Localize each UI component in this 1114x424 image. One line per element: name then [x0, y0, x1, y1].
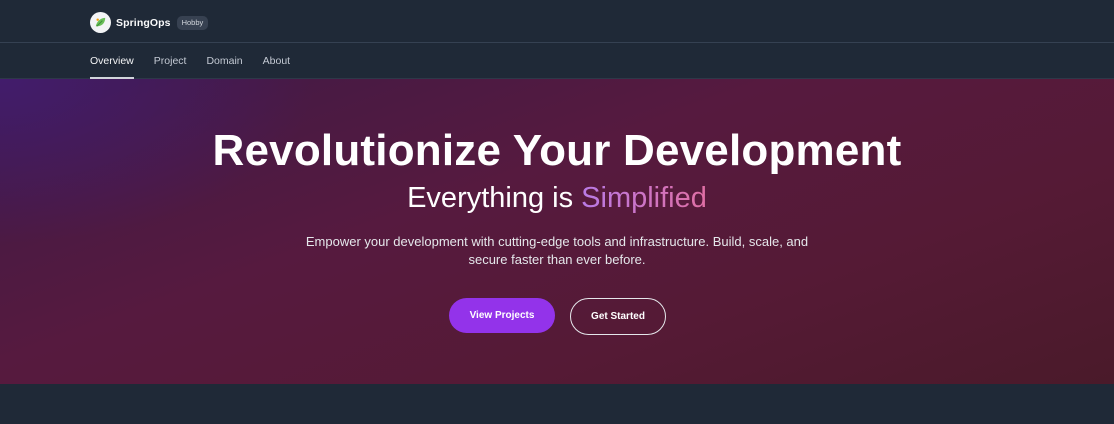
tab-project[interactable]: Project [154, 43, 187, 79]
tab-bar: Overview Project Domain About [0, 43, 1114, 79]
tab-about[interactable]: About [263, 43, 290, 79]
tab-domain[interactable]: Domain [206, 43, 242, 79]
plan-badge: Hobby [176, 15, 209, 30]
hero-subtitle: Everything is Simplified [0, 180, 1114, 216]
spring-leaf-icon [90, 12, 111, 33]
hero-subtitle-accent: Simplified [581, 182, 707, 214]
view-projects-button[interactable]: View Projects [449, 298, 555, 333]
hero-subtitle-prefix: Everything is [407, 182, 574, 214]
tab-overview[interactable]: Overview [90, 43, 134, 79]
nav-tabs: Overview Project Domain About [90, 43, 310, 79]
page-bottom [0, 384, 1114, 424]
brand-name: SpringOps [116, 16, 171, 29]
hero-description: Empower your development with cutting-ed… [305, 234, 809, 267]
hero-title: Revolutionize Your Development [212, 126, 902, 175]
hero-section: Revolutionize Your Development Everythin… [0, 79, 1114, 384]
brand[interactable]: SpringOps Hobby [90, 12, 209, 33]
get-started-button[interactable]: Get Started [570, 298, 666, 335]
top-header: SpringOps Hobby [0, 0, 1114, 43]
